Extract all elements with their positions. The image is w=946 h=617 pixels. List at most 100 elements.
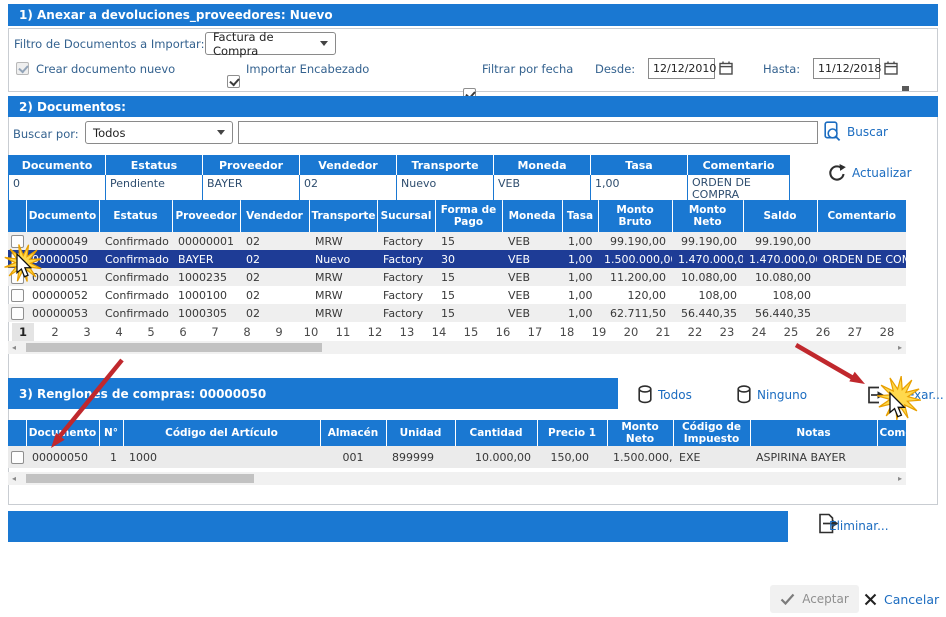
row-checkbox[interactable] bbox=[11, 451, 24, 464]
search-field-select[interactable]: Todos bbox=[85, 121, 233, 144]
document-row[interactable]: 00000049Confirmado0000000102MRWFactory15… bbox=[8, 232, 906, 250]
column-header[interactable]: Estatus bbox=[99, 200, 172, 232]
document-template-row[interactable]: 0PendienteBAYER02NuevoVEB1,00ORDEN DE CO… bbox=[9, 175, 790, 201]
column-header[interactable]: Comentario bbox=[817, 200, 906, 232]
renglon-row[interactable]: 000000501100000189999910.000,00150,001.5… bbox=[8, 446, 906, 468]
page-number[interactable]: 25 bbox=[780, 323, 802, 341]
document-type-select[interactable]: Factura de Compra bbox=[205, 32, 336, 55]
document-row[interactable]: 00000050ConfirmadoBAYER02NuevoFactory30V… bbox=[8, 250, 906, 268]
page-number[interactable]: 17 bbox=[524, 323, 546, 341]
column-header[interactable]: Monto Neto bbox=[672, 200, 743, 232]
column-header[interactable]: Monto Bruto bbox=[598, 200, 672, 232]
page-number[interactable]: 20 bbox=[620, 323, 642, 341]
row-checkbox[interactable] bbox=[11, 235, 24, 248]
page-number[interactable]: 10 bbox=[300, 323, 322, 341]
document-template-table: DocumentoEstatusProveedorVendedorTranspo… bbox=[8, 155, 790, 201]
page-number[interactable]: 9 bbox=[268, 323, 290, 341]
cell: 02 bbox=[240, 232, 309, 250]
page-number[interactable]: 27 bbox=[844, 323, 866, 341]
scroll-right-arrow-icon[interactable]: ▸ bbox=[894, 341, 906, 354]
document-row[interactable]: 00000051Confirmado100023502MRWFactory15V… bbox=[8, 268, 906, 286]
page-number[interactable]: 7 bbox=[204, 323, 226, 341]
calendar-icon[interactable] bbox=[719, 61, 733, 75]
hasta-date-input[interactable]: 11/12/2018 bbox=[813, 58, 880, 79]
column-header[interactable]: Precio 1 bbox=[537, 420, 607, 446]
page-number[interactable]: 11 bbox=[332, 323, 354, 341]
desde-date-input[interactable]: 12/12/2010 bbox=[648, 58, 715, 79]
row-checkbox[interactable] bbox=[11, 253, 24, 266]
aceptar-button[interactable]: Aceptar bbox=[770, 585, 859, 613]
column-header[interactable]: Código del Artículo bbox=[123, 420, 320, 446]
document-row[interactable]: 00000053Confirmado100030502MRWFactory15V… bbox=[8, 304, 906, 322]
page-number[interactable]: 2 bbox=[44, 323, 66, 341]
document-row[interactable]: 00000052Confirmado100010002MRWFactory15V… bbox=[8, 286, 906, 304]
eliminar-button[interactable]: Eliminar... bbox=[829, 519, 889, 533]
importar-encabezado-checkbox[interactable] bbox=[227, 75, 240, 88]
column-header[interactable]: Sucursal bbox=[377, 200, 435, 232]
renglones-hscrollbar[interactable]: ◂ ▸ bbox=[8, 472, 906, 485]
column-header[interactable]: Moneda bbox=[502, 200, 562, 232]
page-number[interactable]: 23 bbox=[716, 323, 738, 341]
documents-hscrollbar[interactable]: ◂ ▸ bbox=[8, 341, 906, 354]
page-number[interactable]: 4 bbox=[108, 323, 130, 341]
scrollbar-thumb[interactable] bbox=[26, 343, 322, 352]
scroll-right-arrow-icon[interactable]: ▸ bbox=[894, 472, 906, 485]
cancelar-button[interactable]: Cancelar bbox=[864, 585, 939, 613]
page-number[interactable]: 13 bbox=[396, 323, 418, 341]
column-header[interactable]: Proveedor bbox=[172, 200, 240, 232]
column-header[interactable]: Vendedor bbox=[240, 200, 309, 232]
column-header[interactable]: Transporte bbox=[309, 200, 377, 232]
column-header[interactable]: N° bbox=[99, 420, 123, 446]
page-number[interactable]: 26 bbox=[812, 323, 834, 341]
cell: Factory bbox=[377, 250, 435, 268]
page-number[interactable]: 3 bbox=[76, 323, 98, 341]
anexar-button[interactable]: Anexar... bbox=[864, 385, 944, 405]
cell: ORDEN DE COMPRA bbox=[817, 250, 906, 268]
column-header[interactable]: Forma de Pago bbox=[435, 200, 502, 232]
column-header[interactable]: Cantidad bbox=[455, 420, 537, 446]
page-number[interactable]: 21 bbox=[652, 323, 674, 341]
page-number[interactable]: 6 bbox=[172, 323, 194, 341]
actualizar-button[interactable]: Actualizar bbox=[827, 163, 912, 182]
page-number[interactable]: 18 bbox=[556, 323, 578, 341]
scrollbar-thumb[interactable] bbox=[26, 474, 254, 483]
cell: 15 bbox=[435, 232, 502, 250]
column-header[interactable]: Tasa bbox=[562, 200, 598, 232]
scroll-left-arrow-icon[interactable]: ◂ bbox=[8, 472, 20, 485]
column-header[interactable]: Unidad bbox=[386, 420, 455, 446]
page-number[interactable]: 12 bbox=[364, 323, 386, 341]
column-header[interactable]: Notas bbox=[750, 420, 877, 446]
calendar-icon[interactable] bbox=[884, 61, 898, 75]
page-number[interactable]: 16 bbox=[492, 323, 514, 341]
row-checkbox[interactable] bbox=[11, 307, 24, 320]
page-number[interactable]: 1 bbox=[12, 323, 34, 341]
page-number[interactable]: 5 bbox=[140, 323, 162, 341]
page-number[interactable]: 24 bbox=[748, 323, 770, 341]
crear-documento-checkbox[interactable] bbox=[16, 62, 29, 75]
buscar-button[interactable]: Buscar bbox=[824, 121, 888, 142]
page-number[interactable]: 8 bbox=[236, 323, 258, 341]
page-number[interactable]: 15 bbox=[460, 323, 482, 341]
column-header[interactable]: Monto Neto bbox=[607, 420, 673, 446]
row-checkbox[interactable] bbox=[11, 289, 24, 302]
page-number[interactable]: 22 bbox=[684, 323, 706, 341]
page-number[interactable]: 19 bbox=[588, 323, 610, 341]
scroll-left-arrow-icon[interactable]: ◂ bbox=[8, 341, 20, 354]
row-checkbox-cell bbox=[8, 304, 26, 322]
search-input[interactable] bbox=[238, 121, 818, 144]
page-number[interactable]: 14 bbox=[428, 323, 450, 341]
cell: 30 bbox=[435, 250, 502, 268]
column-header[interactable]: Comentario bbox=[877, 420, 906, 446]
page-number[interactable]: 28 bbox=[876, 323, 898, 341]
column-header[interactable]: Saldo bbox=[743, 200, 817, 232]
column-header[interactable]: Código de Impuesto bbox=[673, 420, 750, 446]
todos-button[interactable]: Todos bbox=[638, 385, 692, 404]
ninguno-button[interactable]: Ninguno bbox=[737, 385, 807, 404]
column-header[interactable]: Documento bbox=[26, 200, 99, 232]
cell: 02 bbox=[240, 286, 309, 304]
document-type-value: Factura de Compra bbox=[213, 30, 320, 58]
row-checkbox[interactable] bbox=[11, 271, 24, 284]
column-header[interactable]: Almacén bbox=[320, 420, 386, 446]
cell: 15 bbox=[435, 304, 502, 322]
column-header[interactable]: Documento bbox=[26, 420, 99, 446]
